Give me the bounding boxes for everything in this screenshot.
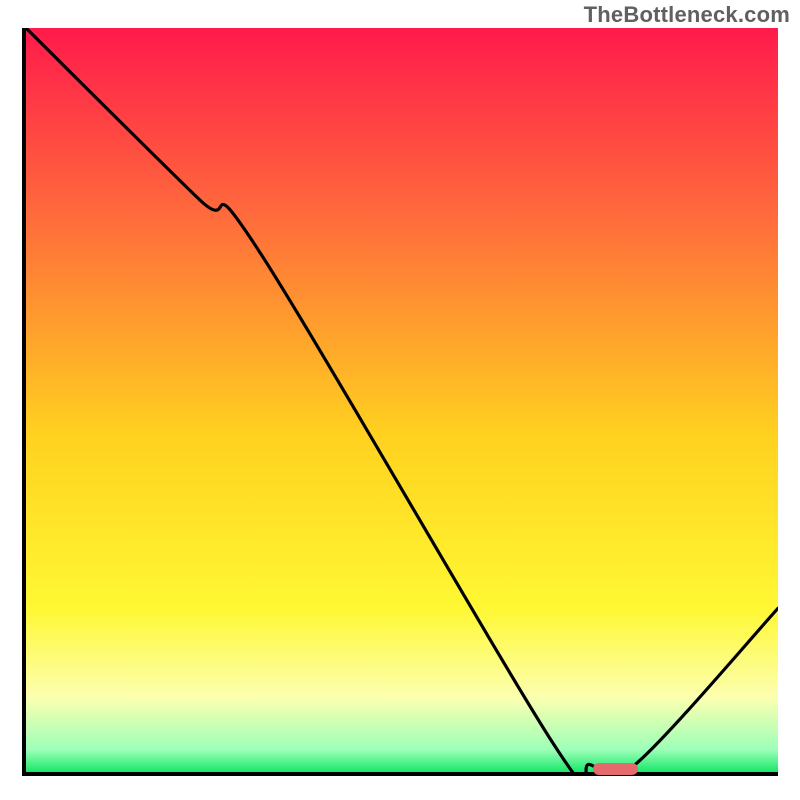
chart-container: TheBottleneck.com	[0, 0, 800, 800]
watermark-text: TheBottleneck.com	[584, 2, 790, 28]
minimum-marker	[593, 763, 638, 775]
gradient-background	[26, 28, 778, 772]
plot-area	[22, 28, 778, 776]
